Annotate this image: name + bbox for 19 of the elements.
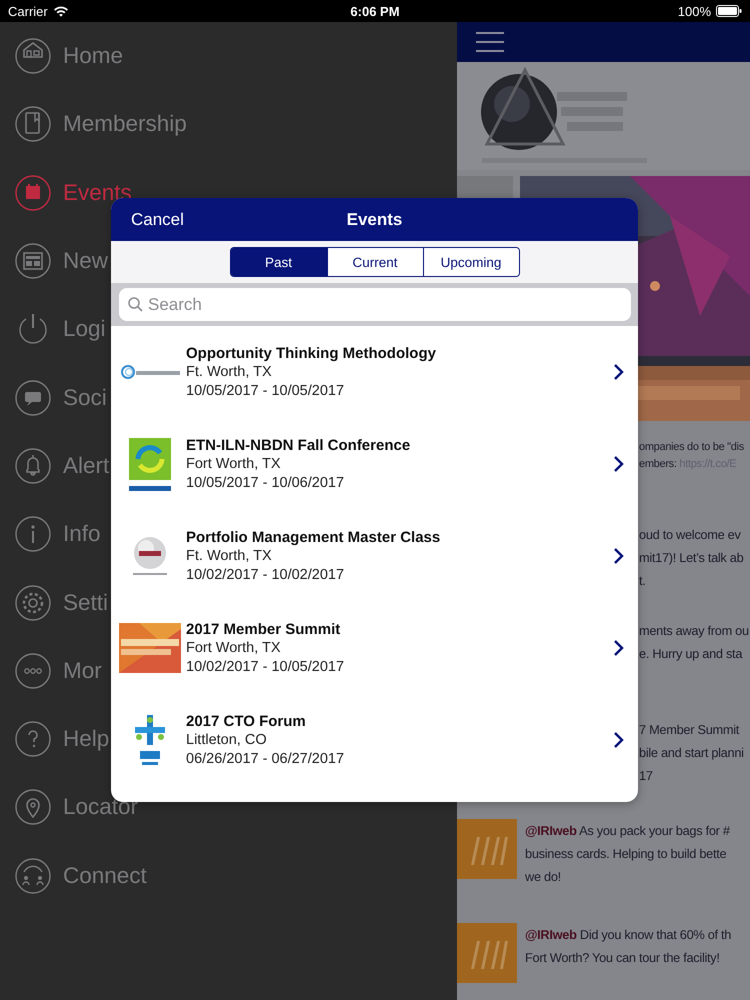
event-location: Littleton, CO <box>186 730 268 750</box>
tweet-text: @IRIweb As you pack your bags for # business cards. Helping to build bette we do! <box>525 822 730 886</box>
event-dates: 10/05/2017 - 10/06/2017 <box>186 474 346 492</box>
tweet-text: oud to welcome ev mit17)! Let’s talk ab t. <box>639 526 744 590</box>
tweet-text: 7 Member Summit bile and start planni 17 <box>639 721 744 785</box>
event-location: Fort Worth, TX <box>186 638 282 658</box>
carrier-label: Carrier <box>8 4 48 18</box>
tweet-text: @IRIweb Did you know that 60% of th Fort Worth? You can tour the facility! <box>525 926 732 967</box>
event-dates: 10/02/2017 - 10/05/2017 <box>186 658 346 676</box>
event-dates: 10/02/2017 - 10/02/2017 <box>186 566 346 584</box>
event-dates: 06/26/2017 - 06/27/2017 <box>186 750 346 768</box>
event-location: Ft. Worth, TX <box>186 362 273 382</box>
modal-title: Events <box>346 210 402 230</box>
event-location: Ft. Worth, TX <box>186 546 273 566</box>
event-dates: 10/05/2017 - 10/05/2017 <box>186 382 346 400</box>
battery-percent: 100% <box>678 4 711 18</box>
event-location: Fort Worth, TX <box>186 454 282 474</box>
tweet-text: ments away from ou e. Hurry up and sta <box>639 622 749 663</box>
clock-time: 6:06 PM <box>350 4 400 18</box>
